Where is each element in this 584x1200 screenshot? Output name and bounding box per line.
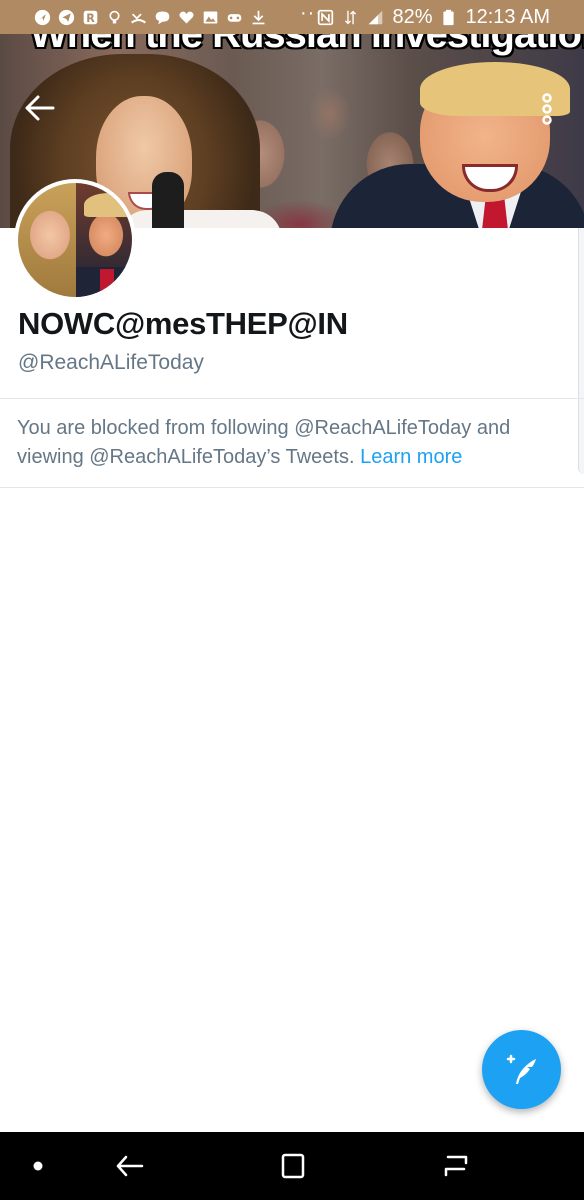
navigation-icon bbox=[34, 9, 51, 26]
status-bar: R ··· 82% 12:13 AM bbox=[0, 0, 584, 34]
divider bbox=[0, 398, 584, 399]
telegram-icon bbox=[58, 9, 75, 26]
data-arrows-icon bbox=[342, 9, 359, 26]
r-app-icon: R bbox=[82, 9, 99, 26]
heart-icon bbox=[178, 9, 195, 26]
clock: 12:13 AM bbox=[465, 5, 550, 28]
battery-icon bbox=[440, 9, 457, 26]
nav-back-button[interactable] bbox=[114, 1150, 146, 1182]
nav-home-icon bbox=[281, 1153, 305, 1179]
avatar-left-photo bbox=[18, 183, 76, 297]
banner-meme-caption: When the Russian investigation... bbox=[30, 34, 584, 56]
lightbulb-icon bbox=[106, 9, 123, 26]
nfc-icon bbox=[317, 9, 334, 26]
nav-dot-button[interactable] bbox=[22, 1150, 54, 1182]
image-icon bbox=[202, 9, 219, 26]
blocked-notice: You are blocked from following @ReachALi… bbox=[17, 414, 567, 472]
battery-percent: 82% bbox=[392, 5, 433, 28]
back-arrow-icon bbox=[25, 95, 55, 121]
compose-feather-icon bbox=[506, 1054, 536, 1084]
nav-recents-icon bbox=[444, 1155, 468, 1177]
more-options-button[interactable] bbox=[536, 92, 558, 126]
overflow-menu-icon bbox=[542, 93, 552, 125]
divider bbox=[0, 487, 584, 488]
profile-avatar[interactable] bbox=[14, 179, 136, 301]
compose-tweet-button[interactable] bbox=[482, 1030, 561, 1109]
nav-recents-button[interactable] bbox=[440, 1150, 472, 1182]
display-name: NOWC@mesTHEP@IN bbox=[18, 306, 348, 341]
dot-icon bbox=[33, 1161, 43, 1171]
avatar-hair bbox=[84, 193, 132, 217]
edge-panel-handle[interactable] bbox=[578, 228, 584, 474]
svg-text:R: R bbox=[86, 11, 95, 24]
nav-home-button[interactable] bbox=[277, 1150, 309, 1182]
banner-woman-shirt bbox=[118, 210, 282, 228]
back-button[interactable] bbox=[24, 94, 56, 122]
signal-icon bbox=[367, 9, 384, 26]
game-icon bbox=[226, 9, 243, 26]
banner-microphone bbox=[152, 172, 184, 228]
learn-more-link[interactable]: Learn more bbox=[360, 446, 462, 468]
chat-bubble-icon bbox=[154, 9, 171, 26]
user-handle: @ReachALifeToday bbox=[18, 351, 204, 374]
avatar-tie bbox=[100, 269, 114, 297]
system-navigation-bar bbox=[0, 1132, 584, 1200]
nav-back-icon bbox=[116, 1155, 144, 1177]
download-icon bbox=[250, 9, 267, 26]
system-icons: 82% 12:13 AM bbox=[317, 0, 550, 34]
notification-icons: R bbox=[0, 9, 267, 26]
missed-call-icon bbox=[130, 9, 147, 26]
